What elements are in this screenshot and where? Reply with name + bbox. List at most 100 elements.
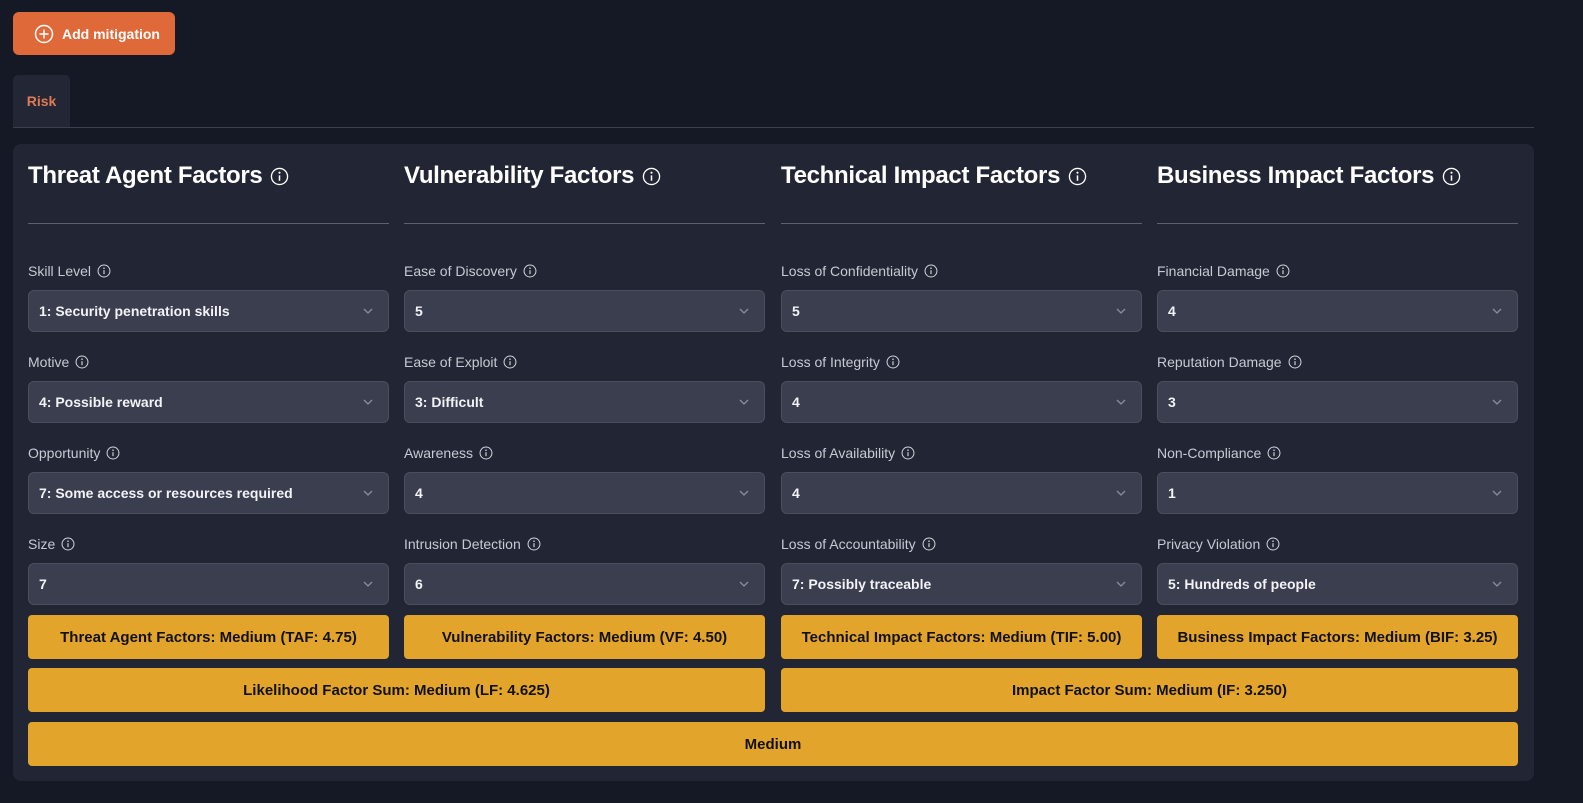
factor-select[interactable]: 3: Difficult [404, 381, 765, 423]
field-label: Motive [28, 353, 89, 371]
threat-agent-summary-badge: Threat Agent Factors: Medium (TAF: 4.75) [28, 615, 389, 659]
field-label: Size [28, 535, 75, 553]
info-icon[interactable] [503, 355, 517, 369]
field-label-text: Privacy Violation [1157, 536, 1261, 552]
info-icon[interactable] [886, 355, 900, 369]
field-label-text: Opportunity [28, 445, 101, 461]
factor-select[interactable]: 5: Hundreds of people [1157, 563, 1518, 605]
field-label-text: Loss of Availability [781, 445, 896, 461]
column-title-text: Threat Agent Factors [28, 162, 263, 189]
column-divider [781, 223, 1142, 224]
select-value: 3 [1168, 394, 1176, 410]
factor-select[interactable]: 5 [404, 290, 765, 332]
chevron-down-icon [363, 308, 373, 314]
add-mitigation-button[interactable]: Add mitigation [13, 12, 175, 55]
factor-select[interactable]: 7 [28, 563, 389, 605]
chevron-down-icon [1492, 308, 1502, 314]
impact-sum-badge: Impact Factor Sum: Medium (IF: 3.250) [781, 668, 1518, 712]
info-icon[interactable] [527, 537, 541, 551]
field-label-text: Ease of Exploit [404, 354, 498, 370]
info-icon[interactable] [97, 264, 111, 278]
field-label-text: Loss of Accountability [781, 536, 916, 552]
info-icon[interactable] [106, 446, 120, 460]
info-icon[interactable] [1442, 167, 1461, 186]
factor-select[interactable]: 1 [1157, 472, 1518, 514]
select-value: 4: Possible reward [39, 394, 163, 410]
tab-bar: Risk [13, 75, 1534, 128]
column-title-text: Technical Impact Factors [781, 162, 1061, 189]
factor-select[interactable]: 4 [1157, 290, 1518, 332]
business-impact-summary-badge: Business Impact Factors: Medium (BIF: 3.… [1157, 615, 1518, 659]
info-icon[interactable] [642, 167, 661, 186]
select-value: 6 [415, 576, 423, 592]
field-label: Awareness [404, 444, 493, 462]
info-icon[interactable] [1068, 167, 1087, 186]
select-value: 4 [415, 485, 423, 501]
field-label-text: Ease of Discovery [404, 263, 517, 279]
select-value: 1: Security penetration skills [39, 303, 230, 319]
info-icon[interactable] [1288, 355, 1302, 369]
info-icon[interactable] [523, 264, 537, 278]
field-label: Ease of Discovery [404, 262, 537, 280]
select-value: 5 [415, 303, 423, 319]
select-value: 5: Hundreds of people [1168, 576, 1316, 592]
field-label-text: Financial Damage [1157, 263, 1270, 279]
field-label-text: Intrusion Detection [404, 536, 521, 552]
add-mitigation-label: Add mitigation [62, 25, 160, 42]
chevron-down-icon [739, 490, 749, 496]
column-divider [1157, 223, 1518, 224]
field-label: Loss of Availability [781, 444, 915, 462]
field-label: Opportunity [28, 444, 120, 462]
field-label: Intrusion Detection [404, 535, 541, 553]
field-label: Loss of Accountability [781, 535, 936, 553]
tab-risk-label: Risk [26, 93, 57, 109]
tab-risk[interactable]: Risk [13, 75, 70, 127]
factor-select[interactable]: 7: Possibly traceable [781, 563, 1142, 605]
select-value: 1 [1168, 485, 1176, 501]
info-icon[interactable] [1276, 264, 1290, 278]
field-label: Financial Damage [1157, 262, 1290, 280]
field-label-text: Loss of Confidentiality [781, 263, 918, 279]
column-title: Business Impact Factors [1157, 161, 1461, 191]
select-value: 4 [792, 394, 800, 410]
column-title: Technical Impact Factors [781, 161, 1087, 191]
chevron-down-icon [363, 490, 373, 496]
column-title: Threat Agent Factors [28, 161, 289, 191]
chevron-down-icon [739, 399, 749, 405]
factor-select[interactable]: 4 [404, 472, 765, 514]
info-icon[interactable] [479, 446, 493, 460]
column-title: Vulnerability Factors [404, 161, 661, 191]
factor-select[interactable]: 7: Some access or resources required [28, 472, 389, 514]
likelihood-sum-badge: Likelihood Factor Sum: Medium (LF: 4.625… [28, 668, 765, 712]
info-icon[interactable] [75, 355, 89, 369]
field-label-text: Skill Level [28, 263, 92, 279]
field-label-text: Loss of Integrity [781, 354, 880, 370]
chevron-down-icon [363, 581, 373, 587]
chevron-down-icon [1116, 581, 1126, 587]
factor-select[interactable]: 6 [404, 563, 765, 605]
factor-select[interactable]: 4 [781, 381, 1142, 423]
info-icon[interactable] [1267, 446, 1281, 460]
chevron-down-icon [1116, 399, 1126, 405]
info-icon[interactable] [901, 446, 915, 460]
select-value: 7 [39, 576, 47, 592]
info-icon[interactable] [1266, 537, 1280, 551]
field-label-text: Size [28, 536, 56, 552]
factor-select[interactable]: 4: Possible reward [28, 381, 389, 423]
info-icon[interactable] [924, 264, 938, 278]
chevron-down-icon [1492, 399, 1502, 405]
info-icon[interactable] [61, 537, 75, 551]
field-label-text: Motive [28, 354, 70, 370]
chevron-down-icon [1492, 490, 1502, 496]
column-divider [404, 223, 765, 224]
column-title-text: Business Impact Factors [1157, 162, 1435, 189]
factor-select[interactable]: 4 [781, 472, 1142, 514]
field-label: Non-Compliance [1157, 444, 1281, 462]
select-value: 3: Difficult [415, 394, 484, 410]
factor-select[interactable]: 3 [1157, 381, 1518, 423]
info-icon[interactable] [270, 167, 289, 186]
info-icon[interactable] [922, 537, 936, 551]
factor-select[interactable]: 1: Security penetration skills [28, 290, 389, 332]
plus-circle-icon [34, 24, 54, 43]
factor-select[interactable]: 5 [781, 290, 1142, 332]
